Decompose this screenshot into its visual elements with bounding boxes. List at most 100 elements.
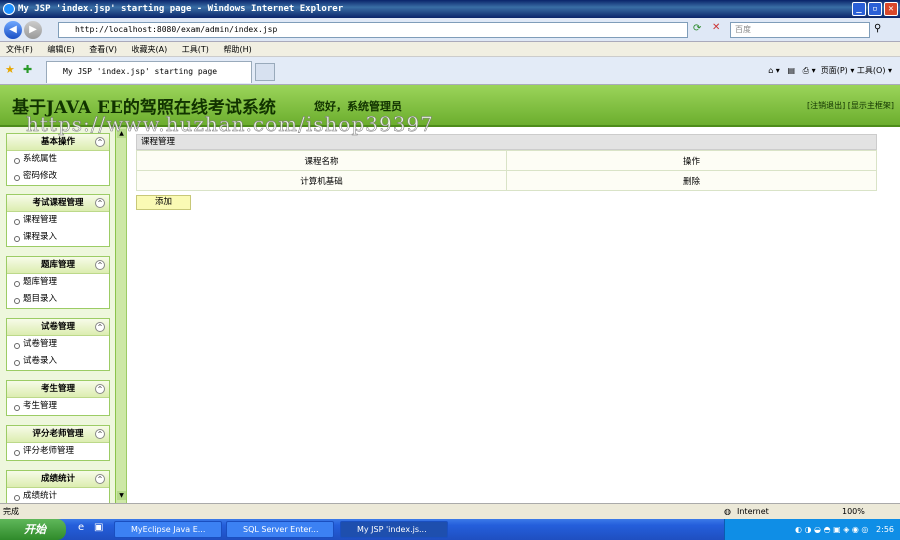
sidebar-group-header[interactable]: 题库管理 ^	[7, 257, 109, 274]
menu-edit[interactable]: 编辑(E)	[47, 45, 74, 54]
menu-bar: 文件(F) 编辑(E) 查看(V) 收藏夹(A) 工具(T) 帮助(H)	[0, 42, 900, 57]
command-bar[interactable]: ⌂ ▾ ▤ ⎙ ▾ 页面(P) ▾ 工具(O) ▾	[768, 65, 892, 76]
watermark-text: https://www.huzhan.com/ishop39397	[26, 112, 434, 137]
sidebar-item-student-manage[interactable]: 考生管理	[7, 398, 109, 415]
browser-tab-active[interactable]: My JSP 'index.jsp' starting page	[46, 61, 252, 83]
sidebar-scrollbar[interactable]: ▲ ▼	[116, 127, 127, 503]
sidebar-group-header[interactable]: 考生管理 ^	[7, 381, 109, 398]
menu-view[interactable]: 查看(V)	[89, 45, 117, 54]
maximize-button[interactable]: ▫	[868, 2, 882, 16]
sidebar-group-scores: 成绩统计 ^ 成绩统计	[6, 470, 110, 503]
tab-row: ★ ✚ My JSP 'index.jsp' starting page ⌂ ▾…	[0, 57, 900, 85]
address-input[interactable]: http://localhost:8080/exam/admin/index.j…	[58, 22, 688, 38]
collapse-icon[interactable]: ^	[95, 322, 105, 332]
header-links[interactable]: [注销退出] [显示主框架]	[807, 100, 894, 111]
sidebar-group-question-bank: 题库管理 ^ 题库管理 题目录入	[6, 256, 110, 309]
collapse-icon[interactable]: ^	[95, 384, 105, 394]
ie-logo-icon	[3, 3, 15, 15]
collapse-icon[interactable]: ^	[95, 198, 105, 208]
course-panel: 课程管理 课程名称 操作 计算机基础 删除	[136, 134, 877, 191]
tab-title: My JSP 'index.jsp' starting page	[63, 67, 218, 76]
sidebar-item-paper-entry[interactable]: 试卷录入	[7, 353, 109, 370]
sidebar-group-header[interactable]: 成绩统计 ^	[7, 471, 109, 488]
taskbar: 开始 e ▣ MyEclipse Java E... SQL Server En…	[0, 519, 900, 540]
task-sqlserver[interactable]: SQL Server Enter...	[226, 521, 334, 538]
quicklaunch-ie-icon[interactable]: e	[78, 522, 84, 533]
menu-file[interactable]: 文件(F)	[6, 45, 33, 54]
sidebar-group-basic: 基本操作 ^ 系统属性 密码修改	[6, 133, 110, 186]
sidebar-item-course-entry[interactable]: 课程录入	[7, 229, 109, 246]
sidebar-item-question-entry[interactable]: 题目录入	[7, 291, 109, 308]
favorites-star-icon[interactable]: ★	[5, 63, 15, 76]
start-label: 开始	[24, 523, 46, 536]
sidebar-group-courses: 考试课程管理 ^ 课程管理 课程录入	[6, 194, 110, 247]
sidebar-item-paper-manage[interactable]: 试卷管理	[7, 336, 109, 353]
group-title: 题库管理	[40, 260, 75, 270]
main-content: 课程管理 课程名称 操作 计算机基础 删除 添加	[127, 127, 900, 503]
feeds-icon[interactable]: ▤	[787, 66, 795, 75]
search-icon[interactable]: ⚲	[874, 23, 881, 34]
sidebar-group-header[interactable]: 基本操作 ^	[7, 134, 109, 151]
course-name-cell: 计算机基础	[136, 170, 507, 191]
sidebar-item-score-stats[interactable]: 成绩统计	[7, 488, 109, 503]
status-text: 完成	[3, 507, 19, 516]
search-input[interactable]: 百度	[730, 22, 870, 38]
home-icon[interactable]: ⌂ ▾	[768, 66, 780, 75]
group-title: 评分老师管理	[32, 429, 84, 439]
collapse-icon[interactable]: ^	[95, 260, 105, 270]
tray-icons[interactable]: ◐ ◑ ◒ ◓ ▣ ◈ ◉ ◎	[795, 525, 873, 534]
sidebar-item-password[interactable]: 密码修改	[7, 168, 109, 185]
minimize-button[interactable]: _	[852, 2, 866, 16]
window-title: My JSP 'index.jsp' starting page - Windo…	[18, 4, 344, 14]
group-title: 试卷管理	[40, 322, 75, 332]
group-title: 考生管理	[40, 384, 75, 394]
window-titlebar: My JSP 'index.jsp' starting page - Windo…	[0, 0, 900, 18]
page-tools-menu[interactable]: 页面(P) ▾ 工具(O) ▾	[821, 66, 892, 75]
group-title: 成绩统计	[40, 474, 75, 484]
scroll-down-icon[interactable]: ▼	[117, 491, 126, 500]
sidebar-item-system-properties[interactable]: 系统属性	[7, 151, 109, 168]
menu-favorites[interactable]: 收藏夹(A)	[132, 45, 168, 54]
sidebar-item-course-manage[interactable]: 课程管理	[7, 212, 109, 229]
collapse-icon[interactable]: ^	[95, 137, 105, 147]
zoom-level[interactable]: 100%	[842, 504, 865, 519]
collapse-icon[interactable]: ^	[95, 429, 105, 439]
task-myeclipse[interactable]: MyEclipse Java E...	[114, 521, 222, 538]
add-favorite-icon[interactable]: ✚	[23, 63, 32, 76]
sidebar-group-papers: 试卷管理 ^ 试卷管理 试卷录入	[6, 318, 110, 371]
column-header: 操作	[506, 150, 877, 171]
group-title: 考试课程管理	[32, 198, 84, 208]
sidebar-item-grader-manage[interactable]: 评分老师管理	[7, 443, 109, 460]
address-row: ◀ ▶ http://localhost:8080/exam/admin/ind…	[0, 18, 900, 42]
quicklaunch-desktop-icon[interactable]: ▣	[94, 522, 103, 533]
refresh-icon[interactable]: ⟳	[693, 23, 701, 34]
system-tray: ◐ ◑ ◒ ◓ ▣ ◈ ◉ ◎ 2:56	[724, 519, 900, 540]
menu-tools[interactable]: 工具(T)	[182, 45, 209, 54]
zone-text: Internet	[737, 507, 769, 516]
sidebar-group-graders: 评分老师管理 ^ 评分老师管理	[6, 425, 110, 461]
group-title: 基本操作	[40, 137, 75, 147]
course-table: 课程名称 操作 计算机基础 删除	[136, 150, 877, 191]
sidebar-group-header[interactable]: 考试课程管理 ^	[7, 195, 109, 212]
menu-help[interactable]: 帮助(H)	[223, 45, 251, 54]
collapse-icon[interactable]: ^	[95, 474, 105, 484]
start-button[interactable]: 开始	[0, 519, 66, 540]
sidebar-item-bank-manage[interactable]: 题库管理	[7, 274, 109, 291]
task-ie[interactable]: My JSP 'index.js...	[340, 521, 448, 538]
close-button[interactable]: ✕	[884, 2, 898, 16]
sidebar-group-header[interactable]: 评分老师管理 ^	[7, 426, 109, 443]
column-header: 课程名称	[136, 150, 507, 171]
delete-link[interactable]: 删除	[506, 170, 877, 191]
new-tab-button[interactable]	[255, 63, 275, 81]
add-button[interactable]: 添加	[136, 195, 191, 210]
back-button[interactable]: ◀	[4, 21, 22, 39]
print-icon[interactable]: ⎙ ▾	[803, 66, 816, 75]
sidebar-group-students: 考生管理 ^ 考生管理	[6, 380, 110, 416]
stop-icon[interactable]: ✕	[712, 22, 720, 33]
table-header-row: 课程名称 操作	[136, 150, 877, 171]
sidebar-group-header[interactable]: 试卷管理 ^	[7, 319, 109, 336]
globe-icon: ◍	[724, 507, 731, 516]
panel-title: 课程管理	[136, 134, 877, 150]
forward-button[interactable]: ▶	[24, 21, 42, 39]
table-row: 计算机基础 删除	[136, 170, 877, 191]
